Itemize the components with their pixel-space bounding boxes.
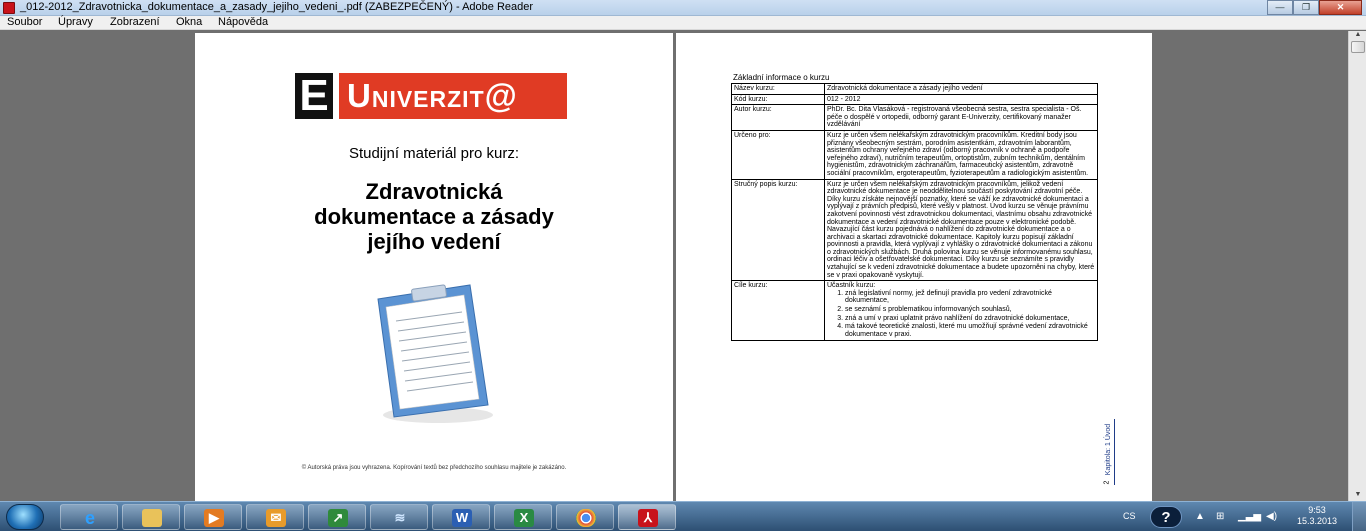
objectives-intro: Účastník kurzu: <box>827 282 876 290</box>
menu-okna[interactable]: Okna <box>176 16 202 29</box>
list-item: má takové teoretické znalosti, které mu … <box>845 323 1095 338</box>
table-row: Stručný popis kurzu: Kurz je určen všem … <box>731 178 1098 282</box>
adobe-reader-icon <box>3 2 15 14</box>
row-key: Název kurzu: <box>731 83 825 95</box>
internet-explorer-icon: e <box>84 508 95 528</box>
logo-letter: E <box>295 73 333 119</box>
pdf-page-2: Základní informace o kurzu Název kurzu: … <box>676 33 1152 501</box>
objectives-list: zná legislativní normy, jež definují pra… <box>827 290 1095 339</box>
menu-napoveda[interactable]: Nápověda <box>218 16 268 29</box>
taskbar-adobe-reader[interactable]: ⅄ <box>618 504 676 530</box>
taskbar-outlook[interactable]: ✉ <box>246 504 304 530</box>
row-value: Účastník kurzu: zná legislativní normy, … <box>824 280 1098 342</box>
start-button[interactable] <box>6 504 44 530</box>
chrome-icon <box>576 509 596 527</box>
tray-expand-icon[interactable]: ▲ <box>1195 511 1205 522</box>
document-view[interactable]: E Univerzit@ Studijní materiál pro kurz:… <box>0 31 1348 501</box>
row-key: Autor kurzu: <box>731 104 825 131</box>
scroll-down-icon[interactable]: ▼ <box>1352 491 1364 501</box>
table-row: Kód kurzu: 012 - 2012 <box>731 93 1098 106</box>
row-key: Cíle kurzu: <box>731 280 825 342</box>
pdf-page-1: E Univerzit@ Studijní materiál pro kurz:… <box>195 33 673 501</box>
chart-icon: ↗ <box>328 509 348 527</box>
menu-zobrazeni[interactable]: Zobrazení <box>110 16 160 29</box>
info-heading: Základní informace o kurzu <box>733 73 830 82</box>
word-icon: W <box>452 509 472 527</box>
show-desktop-button[interactable] <box>1352 502 1366 531</box>
window-title: _012-2012_Zdravotnicka_dokumentace_a_zas… <box>20 1 534 13</box>
course-title: Zdravotnická dokumentace a zásady jejího… <box>195 179 673 254</box>
minimize-button[interactable]: — <box>1267 0 1293 15</box>
folder-icon <box>142 509 162 527</box>
page-number: 2 <box>1103 480 1111 485</box>
maximize-button[interactable]: ❐ <box>1293 0 1319 15</box>
title-bar: _012-2012_Zdravotnicka_dokumentace_a_zas… <box>0 0 1366 16</box>
row-value: Kurz je určen všem nelékařským zdravotni… <box>824 178 1098 282</box>
taskbar-stats-app[interactable]: ↗ <box>308 504 366 530</box>
taskbar-media-player[interactable]: ▶ <box>184 504 242 530</box>
signal-icon[interactable]: ▁▃▅ <box>1238 511 1261 522</box>
list-item: zná a umí v praxi uplatnit právo nahlíže… <box>845 315 1095 323</box>
outlook-icon: ✉ <box>266 509 286 527</box>
help-icon[interactable]: ? <box>1150 506 1182 528</box>
table-row: Název kurzu: Zdravotnická dokumentace a … <box>731 83 1098 95</box>
course-title-line: dokumentace a zásady <box>314 204 554 229</box>
row-value: 012 - 2012 <box>824 93 1098 106</box>
wireless-icon: ≋ <box>394 510 406 525</box>
taskbar: e ▶ ✉ ↗ ≋ W X ⅄ CS ? ▲ ⊞ ▁▃▅ ◀) 9:53 15.… <box>0 501 1366 531</box>
table-row: Autor kurzu: PhDr. Bc. Dita Vlasáková - … <box>731 104 1098 131</box>
list-item: zná legislativní normy, jež definují pra… <box>845 290 1095 305</box>
menu-soubor[interactable]: Soubor <box>7 16 42 29</box>
table-row: Cíle kurzu: Účastník kurzu: zná legislat… <box>731 280 1098 342</box>
clock-time: 9:53 <box>1308 505 1326 515</box>
chapter-side-label: Kapitola: 1 Úvod 2 <box>1103 418 1115 488</box>
taskbar-word[interactable]: W <box>432 504 490 530</box>
language-indicator[interactable]: CS <box>1123 511 1136 521</box>
media-player-icon: ▶ <box>204 509 224 527</box>
chapter-label: Kapitola: 1 Úvod <box>1105 423 1113 476</box>
e-univerzita-logo: E Univerzit@ <box>295 73 567 119</box>
menu-bar: Soubor Úpravy Zobrazení Okna Nápověda <box>0 16 1366 30</box>
row-key: Kód kurzu: <box>731 93 825 106</box>
scroll-up-icon[interactable]: ▲ <box>1352 31 1364 41</box>
taskbar-excel[interactable]: X <box>494 504 552 530</box>
volume-icon[interactable]: ◀) <box>1266 511 1277 522</box>
window-controls: — ❐ ✕ <box>1267 0 1362 15</box>
row-value: PhDr. Bc. Dita Vlasáková - registrovaná … <box>824 104 1098 131</box>
excel-icon: X <box>514 509 534 527</box>
row-key: Určeno pro: <box>731 129 825 180</box>
taskbar-wireless[interactable]: ≋ <box>370 504 428 530</box>
list-item: se seznámí s problematikou informovaných… <box>845 306 1095 314</box>
row-value: Kurz je určen všem nelékařským zdravotni… <box>824 129 1098 180</box>
close-button[interactable]: ✕ <box>1319 0 1362 15</box>
taskbar-internet-explorer[interactable]: e <box>60 504 118 530</box>
row-value: Zdravotnická dokumentace a zásady jejího… <box>824 83 1098 95</box>
vertical-scrollbar[interactable]: ▲ ▼ <box>1348 31 1366 501</box>
clipboard-illustration <box>377 284 493 423</box>
row-key: Stručný popis kurzu: <box>731 178 825 282</box>
clock-date: 15.3.2013 <box>1296 516 1338 526</box>
clock[interactable]: 9:53 15.3.2013 <box>1294 505 1340 527</box>
copyright-note: © Autorská práva jsou vyhrazena. Kopírov… <box>301 465 567 471</box>
table-row: Určeno pro: Kurz je určen všem nelékařsk… <box>731 129 1098 180</box>
taskbar-chrome[interactable] <box>556 504 614 530</box>
course-info-table: Název kurzu: Zdravotnická dokumentace a … <box>731 83 1098 342</box>
course-title-line: jejího vedení <box>367 229 501 254</box>
scroll-thumb[interactable] <box>1351 41 1365 53</box>
taskbar-file-explorer[interactable] <box>122 504 180 530</box>
adobe-reader-icon: ⅄ <box>638 509 658 527</box>
course-subtitle: Studijní materiál pro kurz: <box>348 145 520 162</box>
course-title-line: Zdravotnická <box>365 179 503 204</box>
logo-text: Univerzit@ <box>339 73 567 119</box>
menu-upravy[interactable]: Úpravy <box>58 16 93 29</box>
network-icon[interactable]: ⊞ <box>1216 511 1224 522</box>
